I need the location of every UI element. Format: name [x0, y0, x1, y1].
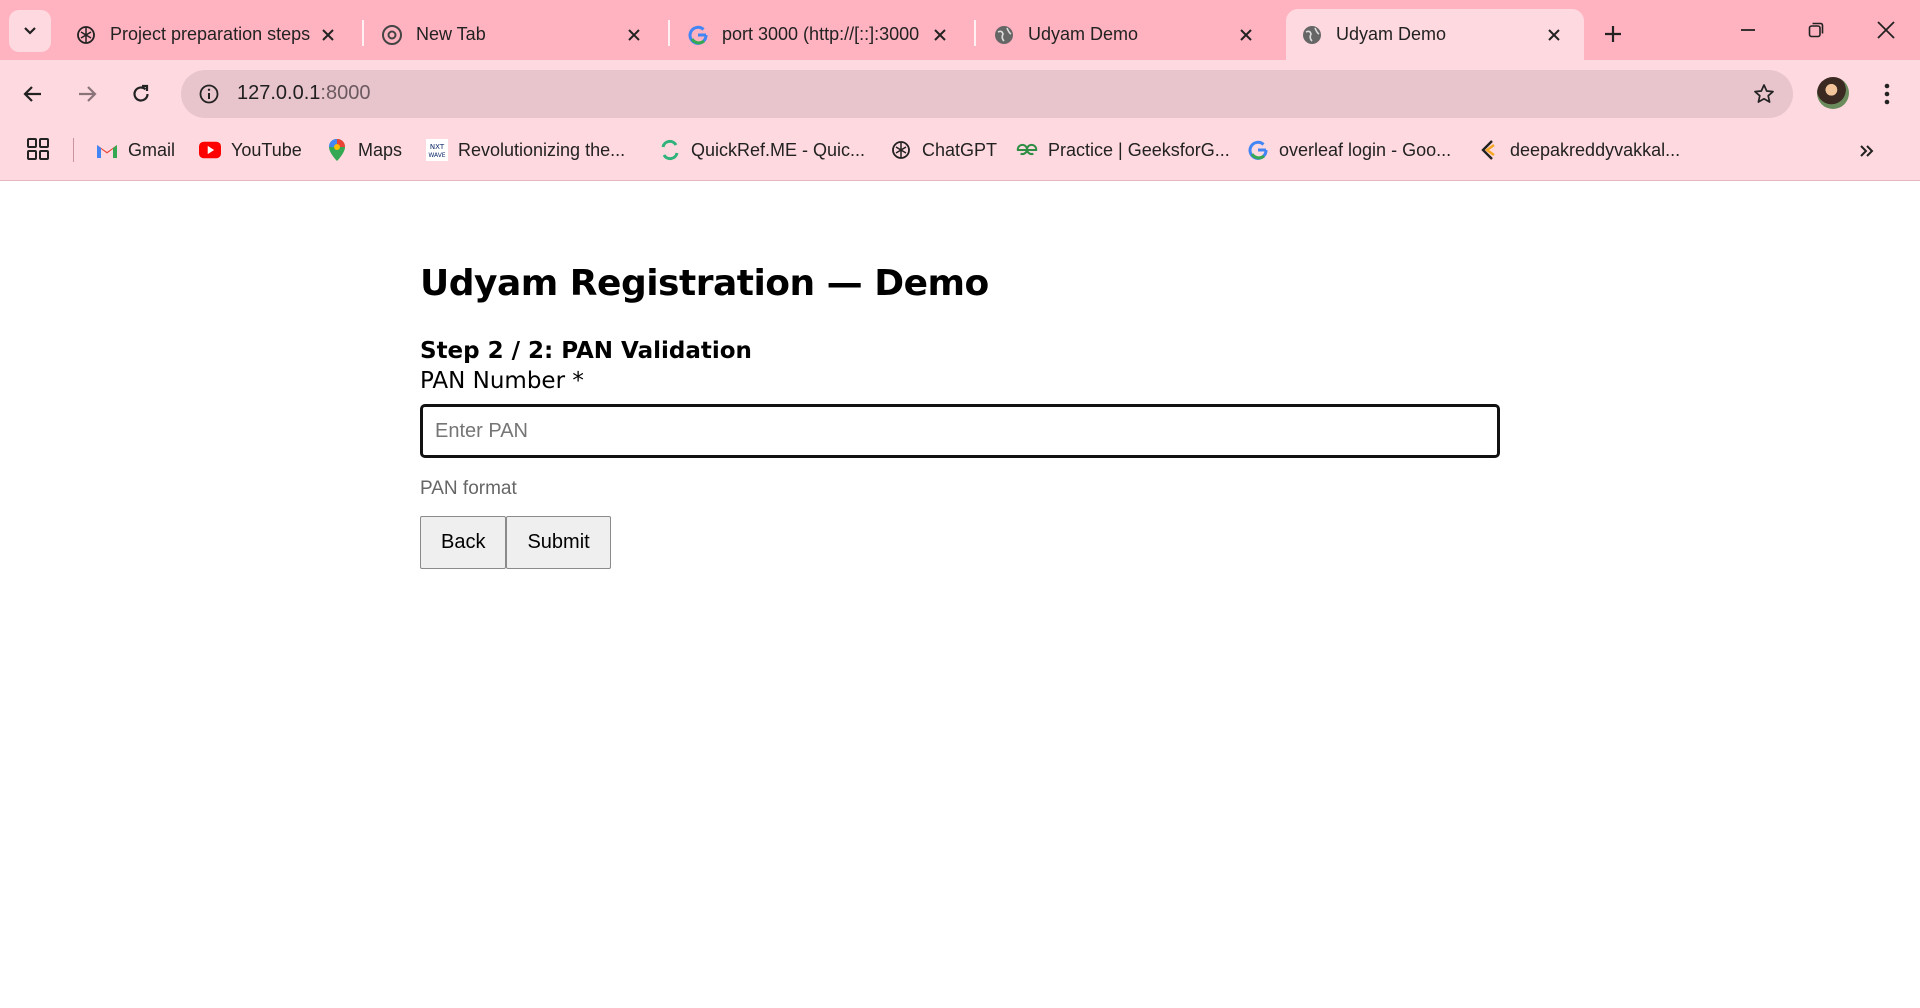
bookmark-overleaf-login[interactable]: overleaf login - Goo... [1247, 136, 1451, 164]
url-host: 127.0.0.1 [237, 82, 321, 104]
close-window-button[interactable] [1858, 8, 1914, 52]
minimize-icon [1741, 29, 1755, 31]
browser-chrome: Project preparation steps New Tab port 3… [0, 0, 1920, 181]
bookmark-label: Revolutionizing the... [458, 139, 626, 160]
bookmark-youtube[interactable]: YouTube [199, 136, 302, 164]
tab-new-tab[interactable]: New Tab [366, 9, 666, 60]
plus-icon [1605, 26, 1621, 42]
bookmark-deepakreddyvakkal[interactable]: deepakreddyvakkal... [1478, 136, 1680, 164]
tab-project-preparation[interactable]: Project preparation steps [60, 9, 360, 60]
nxtwave-icon: NXT WAVE [426, 139, 448, 161]
google-icon [1247, 139, 1269, 161]
bookmark-label: Maps [358, 139, 403, 160]
close-icon[interactable] [1542, 23, 1566, 47]
minimize-button[interactable] [1720, 8, 1776, 52]
tab-strip: Project preparation steps New Tab port 3… [0, 0, 1920, 60]
globe-icon [993, 24, 1015, 46]
tab-search-button[interactable] [9, 10, 51, 52]
step-heading: Step 2 / 2: PAN Validation [420, 338, 752, 364]
tab-udyam-demo-1[interactable]: Udyam Demo [978, 9, 1278, 60]
bookmark-geeksforgeeks[interactable]: Practice | GeeksforG... [1016, 136, 1230, 164]
pan-field-label: PAN Number * [420, 368, 584, 394]
profile-avatar[interactable] [1817, 77, 1849, 109]
site-info-icon[interactable] [191, 76, 227, 112]
tab-title: Project preparation steps [110, 24, 310, 44]
portfolio-icon [1478, 139, 1500, 161]
back-button[interactable]: Back [420, 516, 507, 569]
quickref-icon [659, 139, 681, 161]
page-content: Udyam Registration — Demo Step 2 / 2: PA… [0, 181, 1920, 1008]
registration-form: Udyam Registration — Demo Step 2 / 2: PA… [420, 263, 1500, 569]
bookmark-label: QuickRef.ME - Quic... [691, 139, 866, 160]
close-icon[interactable] [316, 23, 340, 47]
svg-text:NXT: NXT [430, 143, 445, 151]
reload-button[interactable] [120, 73, 162, 115]
back-nav-button[interactable] [12, 73, 54, 115]
globe-icon [1301, 24, 1323, 46]
url-port: :8000 [320, 82, 371, 104]
tab-separator [668, 20, 670, 46]
bookmark-label: deepakreddyvakkal... [1510, 139, 1681, 160]
apps-grid-icon[interactable] [26, 137, 50, 165]
chevron-down-icon [24, 27, 36, 35]
bookmark-quickref[interactable]: QuickRef.ME - Quic... [659, 136, 865, 164]
chrome-icon [381, 24, 403, 46]
bookmark-label: Practice | GeeksforG... [1048, 139, 1230, 160]
bookmark-label: ChatGPT [922, 139, 998, 160]
bookmark-label: Gmail [128, 139, 176, 160]
arrow-right-icon [79, 86, 97, 102]
browser-toolbar: 127.0.0.1:8000 [0, 60, 1920, 128]
tab-separator [974, 20, 976, 46]
tab-port-3000[interactable]: port 3000 (http://[::]:3000 [672, 9, 972, 60]
reload-icon [133, 84, 149, 102]
restore-icon [1808, 22, 1824, 38]
more-vertical-icon [1884, 83, 1890, 105]
address-bar[interactable]: 127.0.0.1:8000 [181, 70, 1793, 118]
close-icon[interactable] [928, 23, 952, 47]
tab-title: port 3000 (http://[::]:3000 [722, 24, 920, 44]
bookmark-maps[interactable]: Maps [326, 136, 402, 164]
forward-nav-button[interactable] [66, 73, 108, 115]
bookmark-chatgpt[interactable]: ChatGPT [890, 136, 997, 164]
form-actions: Back Submit [420, 516, 1500, 569]
bookmark-label: YouTube [231, 139, 302, 160]
svg-text:WAVE: WAVE [428, 152, 445, 159]
gfg-icon [1016, 139, 1038, 161]
close-icon[interactable] [622, 23, 646, 47]
submit-button[interactable]: Submit [506, 516, 611, 569]
bookmark-gmail[interactable]: Gmail [96, 136, 175, 164]
pan-format-hint: PAN format [420, 478, 517, 499]
more-bookmarks-icon[interactable] [1854, 138, 1880, 164]
bookmark-star-icon[interactable] [1747, 77, 1781, 111]
bookmark-label: overleaf login - Goo... [1279, 139, 1452, 160]
restore-button[interactable] [1788, 8, 1844, 52]
tab-title: New Tab [416, 24, 486, 44]
bookmarks-separator [73, 138, 74, 162]
tab-title: Udyam Demo [1336, 24, 1447, 44]
maps-icon [326, 139, 348, 161]
url-text[interactable]: 127.0.0.1:8000 [237, 82, 370, 105]
tab-udyam-demo-active[interactable]: Udyam Demo [1286, 9, 1584, 60]
gmail-icon [96, 139, 118, 161]
page-title: Udyam Registration — Demo [420, 263, 989, 304]
google-icon [687, 24, 709, 46]
browser-menu-button[interactable] [1870, 73, 1904, 115]
new-tab-button[interactable] [1596, 17, 1630, 51]
pan-input[interactable] [420, 404, 1500, 458]
youtube-icon [199, 139, 221, 161]
chatgpt-icon [75, 24, 97, 46]
arrow-left-icon [23, 86, 41, 102]
close-icon [1877, 21, 1895, 39]
close-icon[interactable] [1234, 23, 1258, 47]
chatgpt-icon [890, 139, 912, 161]
tab-separator [362, 20, 364, 46]
bookmark-nxtwave[interactable]: NXT WAVE Revolutionizing the... [426, 136, 625, 164]
tab-title: Udyam Demo [1028, 24, 1139, 44]
